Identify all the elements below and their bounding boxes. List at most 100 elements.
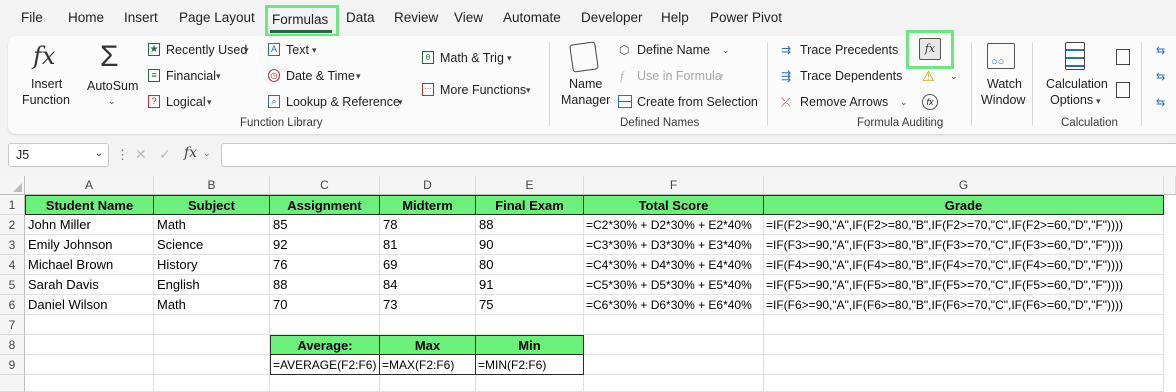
cell-a9[interactable] — [25, 355, 154, 375]
remove-arrows-button[interactable]: Remove Arrows — [800, 95, 888, 109]
recently-used-dropdown-icon[interactable]: ▾ — [244, 45, 249, 56]
cell-d4[interactable]: 69 — [380, 255, 476, 275]
header-cell-assignment[interactable]: Assignment — [270, 195, 380, 215]
cell-g5[interactable]: =IF(F5>=90,"A",IF(F5>=80,"B",IF(F5>=70,"… — [764, 275, 1164, 295]
row-header-9[interactable]: 9 — [0, 355, 25, 375]
menu-page-layout[interactable]: Page Layout — [179, 10, 255, 25]
name-manager-label-1[interactable]: Name — [569, 77, 602, 91]
cell-c6[interactable]: 70 — [270, 295, 380, 315]
cell-g9[interactable] — [764, 355, 1164, 375]
column-header-c[interactable]: C — [270, 176, 380, 195]
fx-icon[interactable]: fx — [184, 145, 197, 161]
date-time-button[interactable]: Date & Time — [286, 69, 355, 83]
cell-g6[interactable]: =IF(F6>=90,"A",IF(F6>=80,"B",IF(F6>=70,"… — [764, 295, 1164, 315]
cell-f9[interactable] — [584, 355, 764, 375]
select-all-corner[interactable] — [0, 176, 25, 195]
cell-d9-max[interactable]: =MAX(F2:F6) — [380, 355, 476, 375]
autosum-icon[interactable]: Σ — [100, 40, 119, 74]
math-trig-dropdown-icon[interactable]: ▾ — [507, 53, 512, 64]
fx-dropdown-icon[interactable]: ⌄ — [203, 148, 211, 159]
cell-b2[interactable]: Math — [154, 215, 270, 235]
error-checking-icon[interactable]: ⚠ — [922, 68, 935, 85]
name-box-dropdown-icon[interactable]: ⌄ — [95, 148, 103, 159]
cell-a6[interactable]: Daniel Wilson — [25, 295, 154, 315]
cell-g7[interactable] — [764, 315, 1164, 335]
more-functions-dropdown-icon[interactable]: ▾ — [526, 85, 531, 96]
name-box[interactable]: J5 ⌄ — [8, 143, 109, 167]
row-header-1[interactable]: 1 — [0, 195, 25, 215]
cell-e10[interactable] — [476, 375, 584, 392]
cell-e6[interactable]: 75 — [476, 295, 584, 315]
menu-automate[interactable]: Automate — [503, 10, 561, 25]
financial-button[interactable]: Financial — [166, 69, 216, 83]
error-checking-dropdown-icon[interactable]: ⌄ — [950, 71, 958, 82]
calculation-options-label-2[interactable]: Options — [1050, 93, 1093, 107]
logical-button[interactable]: Logical — [166, 95, 206, 109]
show-formulas-icon[interactable]: fx — [919, 38, 941, 60]
menu-power-pivot[interactable]: Power Pivot — [710, 10, 782, 25]
cell-a7[interactable] — [25, 315, 154, 335]
show-formulas-highlight[interactable]: fx — [906, 30, 954, 69]
menu-formulas[interactable]: Formulas — [272, 12, 328, 27]
summary-header-max[interactable]: Max — [380, 335, 476, 355]
cell-d5[interactable]: 84 — [380, 275, 476, 295]
column-header-h[interactable] — [1164, 176, 1176, 195]
cell-c4[interactable]: 76 — [270, 255, 380, 275]
header-cell-subject[interactable]: Subject — [154, 195, 270, 215]
cell-f5[interactable]: =C5*30% + D5*30% + E5*40% — [584, 275, 764, 295]
cell-f7[interactable] — [584, 315, 764, 335]
column-header-e[interactable]: E — [476, 176, 584, 195]
more-functions-button[interactable]: More Functions — [440, 83, 526, 97]
calculate-now-icon[interactable] — [1116, 49, 1130, 65]
menu-help[interactable]: Help — [661, 10, 689, 25]
cell-c10[interactable] — [270, 375, 380, 392]
cell-b8[interactable] — [154, 335, 270, 355]
watch-window-icon[interactable]: ○○ — [987, 43, 1015, 69]
column-header-d[interactable]: D — [380, 176, 476, 195]
header-cell-grade[interactable]: Grade — [764, 195, 1164, 215]
column-header-f[interactable]: F — [584, 176, 764, 195]
calculation-options-dropdown-icon[interactable]: ▾ — [1096, 96, 1101, 107]
cell-g10[interactable] — [764, 375, 1164, 392]
cell-g3[interactable]: =IF(F3>=90,"A",IF(F3>=80,"B",IF(F3>=70,"… — [764, 235, 1164, 255]
cell-c9-average[interactable]: =AVERAGE(F2:F6) — [270, 355, 380, 375]
row-header-7[interactable]: 7 — [0, 315, 25, 335]
header-cell-final-exam[interactable]: Final Exam — [476, 195, 584, 215]
cell-d3[interactable]: 81 — [380, 235, 476, 255]
summary-header-min[interactable]: Min — [476, 335, 584, 355]
date-time-dropdown-icon[interactable]: ▾ — [356, 71, 361, 82]
cell-b4[interactable]: History — [154, 255, 270, 275]
recently-used-button[interactable]: Recently Used — [166, 43, 247, 57]
cell-a4[interactable]: Michael Brown — [25, 255, 154, 275]
name-manager-label-2[interactable]: Manager — [561, 93, 610, 107]
column-header-a[interactable]: A — [25, 176, 154, 195]
cell-a5[interactable]: Sarah Davis — [25, 275, 154, 295]
cell-f2[interactable]: =C2*30% + D2*30% + E2*40% — [584, 215, 764, 235]
cell-f4[interactable]: =C4*30% + D4*30% + E4*40% — [584, 255, 764, 275]
cell-a3[interactable]: Emily Johnson — [25, 235, 154, 255]
column-header-b[interactable]: B — [154, 176, 270, 195]
cancel-icon[interactable]: ✕ — [135, 146, 147, 163]
cell-b9[interactable] — [154, 355, 270, 375]
header-cell-student-name[interactable]: Student Name — [25, 195, 154, 215]
formula-bar-input[interactable] — [221, 143, 1176, 167]
cell-a8[interactable] — [25, 335, 154, 355]
cell-f6[interactable]: =C6*30% + D6*30% + E6*40% — [584, 295, 764, 315]
cell-e4[interactable]: 80 — [476, 255, 584, 275]
calculate-sheet-icon[interactable] — [1116, 82, 1130, 98]
menu-data[interactable]: Data — [346, 10, 375, 25]
row-header-3[interactable]: 3 — [0, 235, 25, 255]
cell-d2[interactable]: 78 — [380, 215, 476, 235]
insert-function-label-1[interactable]: Insert — [31, 77, 62, 91]
row-header-10[interactable] — [0, 375, 25, 392]
define-name-dropdown-icon[interactable]: ⌄ — [722, 45, 730, 56]
menu-developer[interactable]: Developer — [581, 10, 643, 25]
menu-review[interactable]: Review — [394, 10, 438, 25]
data-link-icon[interactable]: ⇆ — [1156, 96, 1165, 109]
row-header-4[interactable]: 4 — [0, 255, 25, 275]
menu-insert[interactable]: Insert — [124, 10, 158, 25]
cell-e5[interactable]: 91 — [476, 275, 584, 295]
cell-g4[interactable]: =IF(F4>=90,"A",IF(F4>=80,"B",IF(F4>=70,"… — [764, 255, 1164, 275]
cell-e7[interactable] — [476, 315, 584, 335]
cell-f8[interactable] — [584, 335, 764, 355]
